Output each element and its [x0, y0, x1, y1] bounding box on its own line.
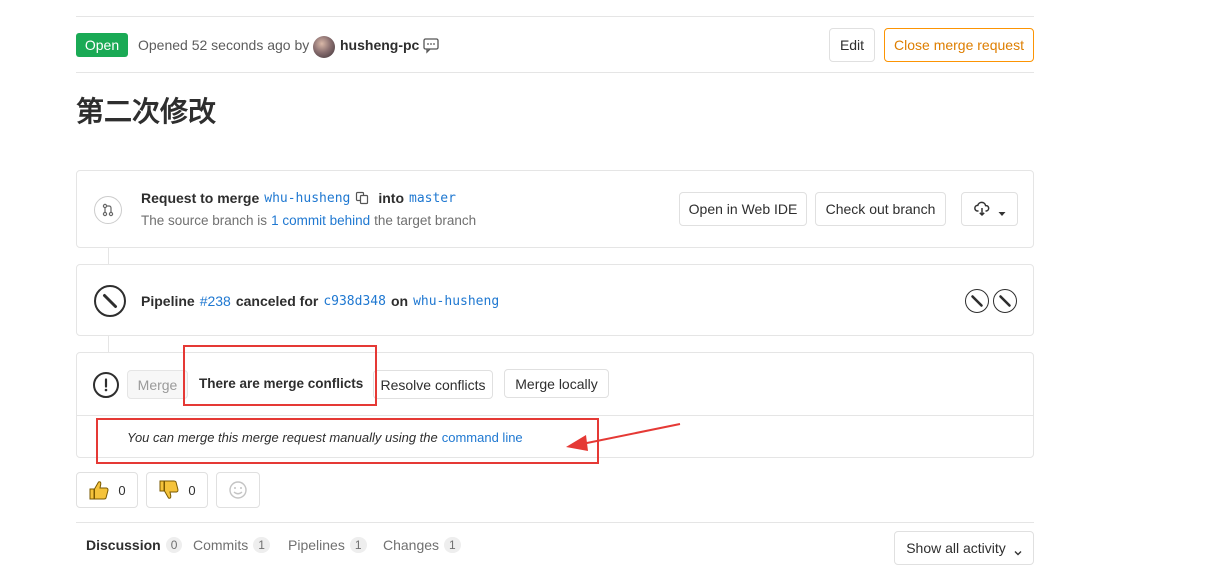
activity-filter-dropdown[interactable]: Show all activity: [894, 531, 1034, 565]
chevron-down-icon: [998, 205, 1006, 216]
comment-icon: [422, 36, 440, 54]
thumbs-down-count: 0: [188, 482, 196, 498]
header-divider: [76, 72, 1034, 73]
top-divider: [76, 16, 1034, 17]
tab-changes[interactable]: Changes 1: [383, 537, 461, 553]
merge-button-label: Merge: [137, 376, 178, 393]
author-name[interactable]: husheng-pc: [340, 37, 419, 53]
pipeline-label: Pipeline: [141, 293, 195, 309]
tab-pipelines[interactable]: Pipelines 1: [288, 537, 367, 553]
into-label: into: [378, 190, 404, 206]
merge-widget-divider: [77, 415, 1033, 416]
close-merge-request-label: Close merge request: [894, 37, 1024, 53]
chevron-down-icon: [1014, 544, 1022, 556]
tab-pipelines-label: Pipelines: [288, 537, 345, 553]
resolve-conflicts-label: Resolve conflicts: [380, 376, 486, 393]
tab-changes-label: Changes: [383, 537, 440, 553]
pipeline-status-text: canceled for: [235, 293, 319, 309]
annotation-box-conflicts: [183, 345, 377, 406]
add-reaction-button[interactable]: [216, 472, 260, 508]
resolve-conflicts-button[interactable]: Resolve conflicts: [373, 370, 493, 399]
tab-discussion[interactable]: Discussion 0: [86, 537, 183, 553]
open-web-ide-button[interactable]: Open in Web IDE: [679, 192, 807, 226]
tab-discussion-label: Discussion: [86, 537, 161, 553]
tab-pipelines-count: 1: [349, 537, 367, 553]
merge-request-widget-branch: Request to merge whu-husheng into master…: [76, 170, 1034, 248]
download-dropdown-button[interactable]: [961, 192, 1018, 226]
canceled-status-icon[interactable]: [94, 285, 126, 317]
stage-canceled-icon[interactable]: [993, 289, 1017, 313]
behind-line: The source branch is 1 commit behind the…: [141, 213, 476, 228]
thumbs-down-award-button[interactable]: 0: [146, 472, 208, 508]
opened-text: Opened 52 seconds ago by: [138, 37, 310, 53]
page-title: 第二次修改: [76, 95, 217, 128]
target-branch-link[interactable]: master: [409, 191, 456, 206]
status-badge-label: Open: [84, 37, 120, 53]
smiley-icon: [228, 480, 248, 500]
on-label: on: [390, 293, 409, 309]
commit-sha-link[interactable]: c938d348: [323, 294, 386, 309]
git-merge-icon: [94, 196, 122, 224]
tabs-divider: [76, 522, 1034, 523]
tab-changes-count: 1: [444, 537, 461, 553]
pipeline-branch-link[interactable]: whu-husheng: [413, 294, 499, 309]
annotation-arrow: [566, 423, 681, 451]
download-icon: [973, 201, 990, 217]
request-line: Request to merge whu-husheng into master: [141, 190, 456, 206]
open-web-ide-label: Open in Web IDE: [688, 201, 798, 217]
stage-canceled-icon[interactable]: [965, 289, 989, 313]
check-out-branch-label: Check out branch: [825, 201, 936, 217]
avatar[interactable]: [313, 36, 335, 58]
activity-filter-label: Show all activity: [906, 540, 1006, 556]
tab-commits-label: Commits: [193, 537, 249, 553]
merge-locally-button[interactable]: Merge locally: [504, 369, 609, 398]
merge-locally-label: Merge locally: [515, 375, 598, 392]
check-out-branch-button[interactable]: Check out branch: [815, 192, 946, 226]
tab-commits[interactable]: Commits 1: [193, 537, 270, 553]
pipeline-widget: Pipeline #238 canceled for c938d348 on w…: [76, 264, 1034, 336]
source-branch-link[interactable]: whu-husheng: [264, 191, 350, 206]
request-prefix: Request to merge: [141, 190, 260, 206]
annotation-box-command-line: [96, 418, 599, 464]
timeline-connector: [108, 247, 109, 265]
behind-suffix: the target branch: [374, 213, 477, 228]
copy-icon[interactable]: [355, 191, 369, 205]
pipeline-line: Pipeline #238 canceled for c938d348 on w…: [141, 293, 499, 309]
merge-button[interactable]: Merge: [127, 370, 188, 399]
thumbs-up-award-button[interactable]: 0: [76, 472, 138, 508]
thumbs-up-icon: [88, 479, 110, 501]
edit-button[interactable]: Edit: [829, 28, 875, 62]
thumbs-down-icon: [158, 479, 180, 501]
tab-discussion-count: 0: [165, 537, 183, 553]
timeline-connector: [108, 335, 109, 353]
close-merge-request-button[interactable]: Close merge request: [884, 28, 1034, 62]
warning-icon: [93, 372, 119, 398]
thumbs-up-count: 0: [118, 482, 126, 498]
commits-behind-link[interactable]: 1 commit behind: [271, 213, 370, 228]
edit-button-label: Edit: [839, 37, 865, 53]
tab-commits-count: 1: [253, 537, 270, 553]
behind-prefix: The source branch is: [141, 213, 268, 228]
pipeline-id-link[interactable]: #238: [200, 293, 231, 309]
status-badge: Open: [76, 33, 128, 57]
